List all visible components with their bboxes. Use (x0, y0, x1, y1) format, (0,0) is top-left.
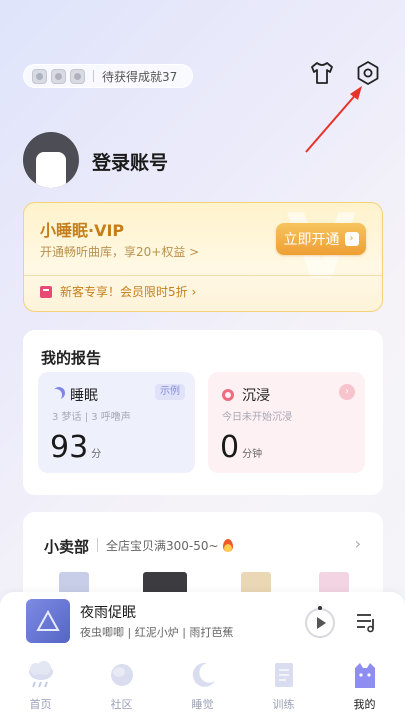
immerse-report-card[interactable]: 沉浸 › 今日未开始沉浸 0 分钟 (208, 372, 365, 473)
vip-divider (24, 275, 382, 276)
vip-promo-link[interactable]: 新客专享！会员限时5折 › (40, 283, 196, 300)
notebook-icon (268, 660, 300, 690)
shop-divider (97, 538, 98, 552)
sleep-label: 睡眠 (70, 388, 98, 404)
immerse-duration-value: 0 (220, 430, 240, 465)
tab-home[interactable]: 首页 (6, 660, 76, 712)
vip-promo-text: 新客专享！会员限时5折 › (60, 285, 197, 299)
chevron-right-icon[interactable]: › (355, 534, 361, 553)
cat-icon (349, 660, 381, 690)
playlist-icon[interactable] (355, 611, 377, 633)
immerse-duration: 0 分钟 (220, 430, 262, 465)
cloud-rain-icon (25, 660, 57, 690)
cat-badge-icon (51, 68, 66, 84)
tab-mine-label: 我的 (353, 698, 376, 711)
sleep-meta: 3 梦话 | 3 呼噜声 (52, 412, 131, 423)
immerse-duration-unit: 分钟 (242, 449, 263, 460)
dog-badge-icon (70, 68, 85, 84)
annotation-arrow-icon (305, 86, 362, 153)
planet-icon (106, 660, 138, 690)
track-title: 夜雨促眠 (80, 605, 136, 621)
immerse-header: 沉浸 (222, 385, 270, 405)
moon-icon (50, 389, 62, 401)
tab-sleep-label: 睡觉 (191, 698, 214, 711)
shop-title: 小卖部 (44, 538, 90, 556)
tab-home-label: 首页 (29, 698, 52, 711)
report-card: 我的报告 睡眠 示例 3 梦话 | 3 呼噜声 93 分 沉浸 › 今日未开始沉浸… (23, 330, 383, 495)
coupon-icon (40, 285, 52, 298)
achievement-pill[interactable]: 待获得成就37 (23, 64, 193, 88)
tab-training-label: 训练 (272, 698, 295, 711)
chevron-right-circle-icon[interactable]: › (339, 384, 355, 400)
tab-sleep[interactable]: 睡觉 (168, 660, 238, 712)
immerse-label: 沉浸 (242, 388, 270, 404)
target-icon (222, 389, 234, 401)
login-account-link[interactable]: 登录账号 (92, 148, 168, 175)
achievement-text: 待获得成就37 (102, 69, 178, 84)
shop-subtitle-text: 全店宝贝满300-50~ (106, 539, 219, 553)
vip-open-label: 立即开通 (283, 232, 340, 248)
avatar[interactable] (23, 132, 79, 188)
vip-title: 小睡眠·VIP (40, 221, 125, 240)
tab-community-label: 社区 (110, 698, 133, 711)
track-subtitle: 夜虫唧唧 | 红泥小炉 | 雨打芭蕉 (80, 626, 234, 639)
report-title: 我的报告 (41, 349, 102, 367)
tab-mine[interactable]: 我的 (330, 660, 400, 712)
moon-icon (187, 660, 219, 690)
achievement-divider (93, 70, 94, 82)
shop-subtitle: 全店宝贝满300-50~ (106, 537, 233, 554)
sleep-report-card[interactable]: 睡眠 示例 3 梦话 | 3 呼噜声 93 分 (38, 372, 195, 473)
sleep-score-unit: 分 (91, 449, 102, 460)
sleep-header: 睡眠 (52, 385, 98, 405)
vip-card[interactable]: V 小睡眠·VIP 开通畅听曲库，享20+权益 > 立即开通 › 新客专享！会员… (23, 202, 383, 312)
fire-icon (222, 539, 233, 552)
immerse-meta: 今日未开始沉浸 (222, 412, 292, 423)
progress-dot (318, 606, 322, 610)
sleep-score-value: 93 (50, 430, 89, 465)
track-cover[interactable] (26, 599, 70, 643)
tab-training[interactable]: 训练 (249, 660, 319, 712)
triangle-logo-icon (36, 610, 60, 631)
sample-tag: 示例 (155, 384, 185, 400)
play-button[interactable] (305, 606, 335, 638)
bottom-tab-bar: 首页 社区 睡觉 训练 我的 (0, 654, 405, 720)
sheep-badge-icon (32, 68, 47, 84)
vip-open-button[interactable]: 立即开通 › (276, 223, 366, 255)
tab-community[interactable]: 社区 (87, 660, 157, 712)
chevron-right-icon: › (344, 232, 359, 246)
vip-subtitle[interactable]: 开通畅听曲库，享20+权益 > (40, 243, 199, 260)
mini-player[interactable]: 夜雨促眠 夜虫唧唧 | 红泥小炉 | 雨打芭蕉 (0, 592, 405, 654)
sleep-score: 93 分 (50, 430, 101, 465)
